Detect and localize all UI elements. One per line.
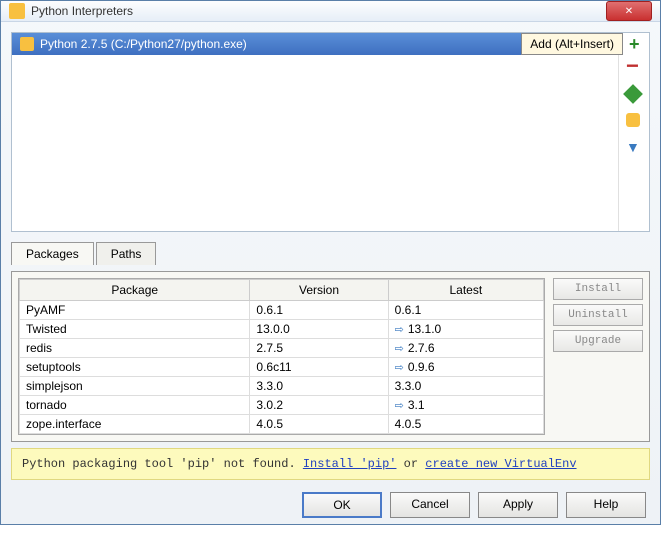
- cell-version: 4.0.5: [250, 415, 388, 434]
- install-button[interactable]: Install: [553, 278, 643, 300]
- cell-package: tornado: [20, 396, 250, 415]
- window-title: Python Interpreters: [31, 4, 606, 18]
- cell-latest: 3.3.0: [388, 377, 543, 396]
- packages-table: Package Version Latest PyAMF0.6.10.6.1Tw…: [19, 279, 544, 434]
- packages-table-wrap: Package Version Latest PyAMF0.6.10.6.1Tw…: [18, 278, 545, 435]
- cell-latest: 0.6.1: [388, 301, 543, 320]
- col-package[interactable]: Package: [20, 280, 250, 301]
- packages-panel: Package Version Latest PyAMF0.6.10.6.1Tw…: [11, 271, 650, 442]
- install-pip-link[interactable]: Install 'pip': [303, 457, 397, 471]
- cell-latest: ⇨13.1.0: [388, 320, 543, 339]
- cell-latest: ⇨3.1: [388, 396, 543, 415]
- help-button[interactable]: Help: [566, 492, 646, 518]
- filter-icon[interactable]: ▼: [626, 139, 642, 155]
- cell-version: 0.6.1: [250, 301, 388, 320]
- add-tooltip: Add (Alt+Insert): [521, 33, 623, 55]
- close-button[interactable]: ✕: [606, 1, 652, 21]
- cancel-button[interactable]: Cancel: [390, 492, 470, 518]
- side-toolbar: − ▼: [619, 55, 649, 231]
- cell-package: zope.interface: [20, 415, 250, 434]
- remove-interpreter-icon[interactable]: −: [626, 61, 642, 77]
- apply-button[interactable]: Apply: [478, 492, 558, 518]
- table-row[interactable]: PyAMF0.6.10.6.1: [20, 301, 544, 320]
- update-arrow-icon: ⇨: [395, 324, 404, 336]
- cell-package: redis: [20, 339, 250, 358]
- content-area: Python 2.7.5 (C:/Python27/python.exe) Ad…: [1, 22, 660, 534]
- interpreters-panel: Python 2.7.5 (C:/Python27/python.exe) Ad…: [11, 32, 650, 232]
- cell-latest: 4.0.5: [388, 415, 543, 434]
- table-row[interactable]: zope.interface4.0.54.0.5: [20, 415, 544, 434]
- python-icon: [20, 37, 34, 51]
- package-buttons: Install Uninstall Upgrade: [553, 278, 643, 435]
- table-row[interactable]: Twisted13.0.0⇨13.1.0: [20, 320, 544, 339]
- update-arrow-icon: ⇨: [395, 343, 404, 355]
- dialog-window: Python Interpreters ✕ Python 2.7.5 (C:/P…: [0, 0, 661, 525]
- table-row[interactable]: tornado3.0.2⇨3.1: [20, 396, 544, 415]
- cell-package: PyAMF: [20, 301, 250, 320]
- uninstall-button[interactable]: Uninstall: [553, 304, 643, 326]
- update-arrow-icon: ⇨: [395, 400, 404, 412]
- app-icon: [9, 3, 25, 19]
- tab-packages[interactable]: Packages: [11, 242, 94, 265]
- table-row[interactable]: setuptools0.6c11⇨0.9.6: [20, 358, 544, 377]
- titlebar: Python Interpreters ✕: [1, 1, 660, 22]
- warning-mid: or: [396, 457, 425, 471]
- col-version[interactable]: Version: [250, 280, 388, 301]
- interpreter-label: Python 2.7.5 (C:/Python27/python.exe): [40, 37, 247, 51]
- cell-package: Twisted: [20, 320, 250, 339]
- interpreter-list-row: Python 2.7.5 (C:/Python27/python.exe) Ad…: [12, 33, 649, 55]
- interpreter-body: − ▼: [12, 55, 649, 231]
- add-tool-col: +: [625, 33, 649, 55]
- cell-package: simplejson: [20, 377, 250, 396]
- cell-package: setuptools: [20, 358, 250, 377]
- python-settings-icon[interactable]: [626, 113, 642, 129]
- cell-latest: ⇨0.9.6: [388, 358, 543, 377]
- warning-bar: Python packaging tool 'pip' not found. I…: [11, 448, 650, 480]
- cell-version: 2.7.5: [250, 339, 388, 358]
- dialog-buttons: OK Cancel Apply Help: [11, 486, 650, 524]
- interpreter-item[interactable]: Python 2.7.5 (C:/Python27/python.exe): [12, 33, 521, 55]
- warning-text: Python packaging tool 'pip' not found.: [22, 457, 303, 471]
- upgrade-button[interactable]: Upgrade: [553, 330, 643, 352]
- table-row[interactable]: redis2.7.5⇨2.7.6: [20, 339, 544, 358]
- cell-version: 0.6c11: [250, 358, 388, 377]
- col-latest[interactable]: Latest: [388, 280, 543, 301]
- tab-paths[interactable]: Paths: [96, 242, 157, 265]
- update-arrow-icon: ⇨: [395, 362, 404, 374]
- cell-version: 3.0.2: [250, 396, 388, 415]
- add-interpreter-icon[interactable]: +: [629, 37, 645, 53]
- interpreter-empty-area: [12, 55, 619, 231]
- cell-latest: ⇨2.7.6: [388, 339, 543, 358]
- ok-button[interactable]: OK: [302, 492, 382, 518]
- tabs-bar: Packages Paths: [11, 242, 650, 265]
- cell-version: 3.3.0: [250, 377, 388, 396]
- edit-interpreter-icon[interactable]: [626, 87, 642, 103]
- cell-version: 13.0.0: [250, 320, 388, 339]
- create-venv-link[interactable]: create new VirtualEnv: [425, 457, 576, 471]
- table-row[interactable]: simplejson3.3.03.3.0: [20, 377, 544, 396]
